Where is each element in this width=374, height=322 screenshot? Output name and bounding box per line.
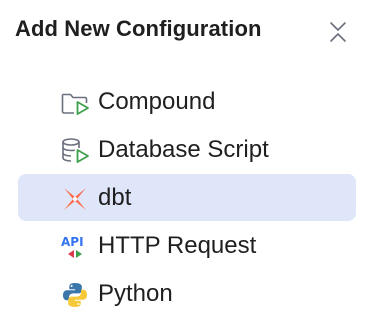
add-configuration-popup: Add New Configuration Compound Database … [0, 0, 374, 322]
configuration-type-list: Compound Database Script dbt API HTTP Re… [18, 78, 356, 318]
python-icon [60, 280, 90, 310]
database-run-icon [60, 136, 90, 166]
item-label: HTTP Request [98, 232, 257, 259]
collapse-button[interactable] [322, 16, 354, 48]
collapse-icon [330, 22, 346, 42]
item-label: dbt [98, 184, 132, 211]
list-item-dbt[interactable]: dbt [18, 174, 356, 221]
item-label: Compound [98, 88, 216, 115]
list-item-http-request[interactable]: API HTTP Request [18, 222, 356, 269]
list-item-compound[interactable]: Compound [18, 78, 356, 125]
item-label: Python [98, 280, 173, 307]
api-icon: API [60, 232, 90, 262]
folder-run-icon [60, 88, 90, 118]
item-label: Database Script [98, 136, 269, 163]
popup-title: Add New Configuration [15, 16, 262, 41]
list-item-database-script[interactable]: Database Script [18, 126, 356, 173]
list-item-python[interactable]: Python [18, 270, 356, 317]
popup-header: Add New Configuration [0, 0, 374, 64]
dbt-icon [60, 184, 90, 214]
svg-text:API: API [61, 235, 84, 249]
